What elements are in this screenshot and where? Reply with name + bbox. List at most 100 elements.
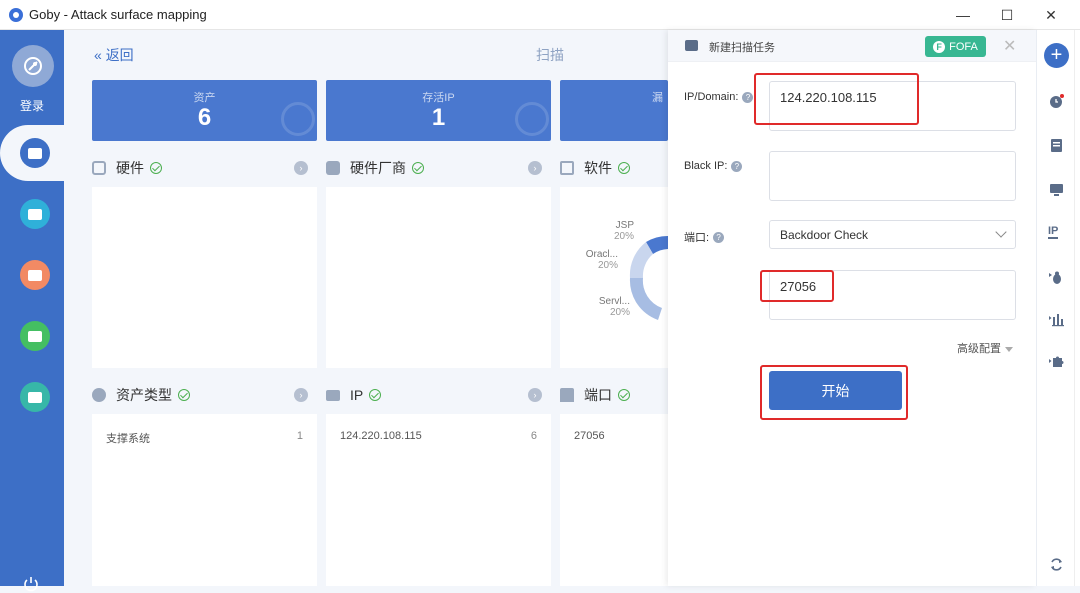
ip-tool-icon[interactable]: IP xyxy=(1048,226,1059,239)
modal-header: 新建扫描任务 F FOFA ✕ xyxy=(668,30,1036,62)
sidebar-item-assets[interactable] xyxy=(20,199,50,229)
fofa-button[interactable]: F FOFA xyxy=(925,36,986,57)
section-title: 软件 xyxy=(584,160,612,176)
back-link[interactable]: « 返回 xyxy=(94,45,134,65)
software-panel: JSP 20% Oracl... 20% Servl... 20% xyxy=(560,187,668,368)
history-icon[interactable] xyxy=(1049,94,1064,109)
port-panel: 27056 xyxy=(560,414,668,586)
donut-slice xyxy=(629,278,662,320)
sidebar-item-plugin[interactable] xyxy=(20,382,50,412)
port-icon xyxy=(560,388,574,402)
sidebar-item-report[interactable] xyxy=(20,260,50,290)
asset-list-icon xyxy=(28,208,42,220)
close-icon[interactable]: ✕ xyxy=(1003,36,1016,56)
window-edge xyxy=(1074,30,1080,586)
port-input[interactable]: 27056 xyxy=(769,270,1016,320)
software-icon xyxy=(560,161,574,175)
chevron-down-icon xyxy=(995,226,1007,238)
port-preset-select[interactable]: Backdoor Check xyxy=(769,220,1016,249)
plugin-icon[interactable] xyxy=(1049,354,1064,369)
scan-icon xyxy=(20,138,50,168)
stat-label: 漏 xyxy=(652,92,663,104)
check-icon xyxy=(618,162,630,174)
ip-domain-label: IP/Domain:? xyxy=(684,91,754,103)
check-icon xyxy=(412,162,424,174)
section-software-header: 软件 xyxy=(560,157,630,179)
ip-more-button[interactable]: › xyxy=(528,388,542,402)
stat-label: 资产 xyxy=(193,92,216,104)
sidebar-item-scan[interactable] xyxy=(0,125,70,181)
section-title: 硬件 xyxy=(116,160,144,176)
new-scan-panel: 新建扫描任务 F FOFA ✕ IP/Domain:? 124.220.108.… xyxy=(668,30,1036,586)
vendor-icon xyxy=(326,161,340,175)
asset-type-panel: 支撑系统 1 xyxy=(92,414,317,586)
port-preset-value: Backdoor Check xyxy=(780,228,869,242)
window-title: Goby - Attack surface mapping xyxy=(29,7,207,22)
list-item-count: 6 xyxy=(530,430,537,442)
ip-domain-input[interactable]: 124.220.108.115 xyxy=(769,81,1016,131)
vendor-more-button[interactable]: › xyxy=(528,161,542,175)
goby-logo-icon xyxy=(9,7,23,22)
port-label: 端口:? xyxy=(684,229,725,245)
start-button[interactable]: 开始 xyxy=(769,371,902,410)
stat-card-live-ip[interactable]: 存活IP 1 xyxy=(326,80,551,141)
refresh-icon[interactable] xyxy=(1049,557,1064,572)
document-icon[interactable] xyxy=(1049,138,1064,153)
report-icon xyxy=(28,269,42,281)
list-item-count: 1 xyxy=(296,430,303,442)
stat-card-vulns[interactable]: 漏 xyxy=(560,80,668,141)
modal-title: 新建扫描任务 xyxy=(709,42,775,54)
help-icon[interactable]: ? xyxy=(742,91,754,103)
plugin-icon xyxy=(28,391,42,403)
check-icon xyxy=(618,389,630,401)
main-content: « 返回 扫描 资产 6 存活IP 1 漏 硬件 › 硬件厂商 › 软件 JSP… xyxy=(64,30,668,586)
section-vendor-header: 硬件厂商 xyxy=(326,157,424,179)
maximize-button[interactable]: ☐ xyxy=(984,0,1030,30)
asset-type-icon xyxy=(92,388,106,402)
help-icon[interactable]: ? xyxy=(713,231,725,243)
minimize-button[interactable]: — xyxy=(940,0,986,30)
section-asset-type-header: 资产类型 xyxy=(92,384,190,406)
power-icon[interactable] xyxy=(22,575,40,593)
layers-icon xyxy=(281,102,315,136)
donut-label: Servl... 20% xyxy=(598,296,630,318)
list-item-name: 支撑系统 xyxy=(106,433,150,445)
advanced-config-toggle[interactable]: 高级配置 xyxy=(957,340,1013,356)
list-item[interactable]: 124.220.108.115 6 xyxy=(340,430,537,442)
close-button[interactable]: ✕ xyxy=(1028,0,1074,30)
chip-icon xyxy=(92,161,106,175)
section-hardware-header: 硬件 xyxy=(92,157,162,179)
list-item-name: 124.220.108.115 xyxy=(340,430,422,442)
help-icon[interactable]: ? xyxy=(731,160,743,172)
check-icon xyxy=(369,389,382,401)
fofa-label: FOFA xyxy=(949,40,978,53)
list-item[interactable]: 支撑系统 1 xyxy=(106,430,303,446)
login-label[interactable]: 登录 xyxy=(0,97,64,114)
monitor-icon xyxy=(326,389,340,401)
right-toolbar: + IP xyxy=(1036,30,1074,586)
software-donut xyxy=(629,235,668,320)
asset-type-more-button[interactable]: › xyxy=(294,388,308,402)
section-port-header: 端口 xyxy=(560,384,630,406)
back-label: 返回 xyxy=(105,47,134,63)
black-ip-input[interactable] xyxy=(769,151,1016,201)
bug-icon[interactable] xyxy=(1049,270,1064,285)
donut-label: Oracl... 20% xyxy=(585,249,618,271)
add-scan-button[interactable]: + xyxy=(1044,43,1069,68)
avatar[interactable] xyxy=(12,45,54,87)
stat-card-assets[interactable]: 资产 6 xyxy=(92,80,317,141)
check-icon xyxy=(150,162,162,174)
bar-chart-icon[interactable] xyxy=(1049,312,1064,327)
section-title: 硬件厂商 xyxy=(350,160,406,176)
hardware-more-button[interactable]: › xyxy=(294,161,308,175)
chart-icon xyxy=(28,330,42,342)
list-item[interactable]: 27056 xyxy=(574,430,654,442)
fofa-icon: F xyxy=(933,40,946,53)
ip-icon xyxy=(515,102,549,136)
monitor-icon[interactable] xyxy=(1049,182,1064,197)
list-item-name: 27056 xyxy=(574,430,605,442)
title-bar: Goby - Attack surface mapping — ☐ ✕ xyxy=(0,0,1080,30)
hardware-panel xyxy=(92,187,317,368)
sidebar-item-chart[interactable] xyxy=(20,321,50,351)
task-icon xyxy=(685,40,698,51)
